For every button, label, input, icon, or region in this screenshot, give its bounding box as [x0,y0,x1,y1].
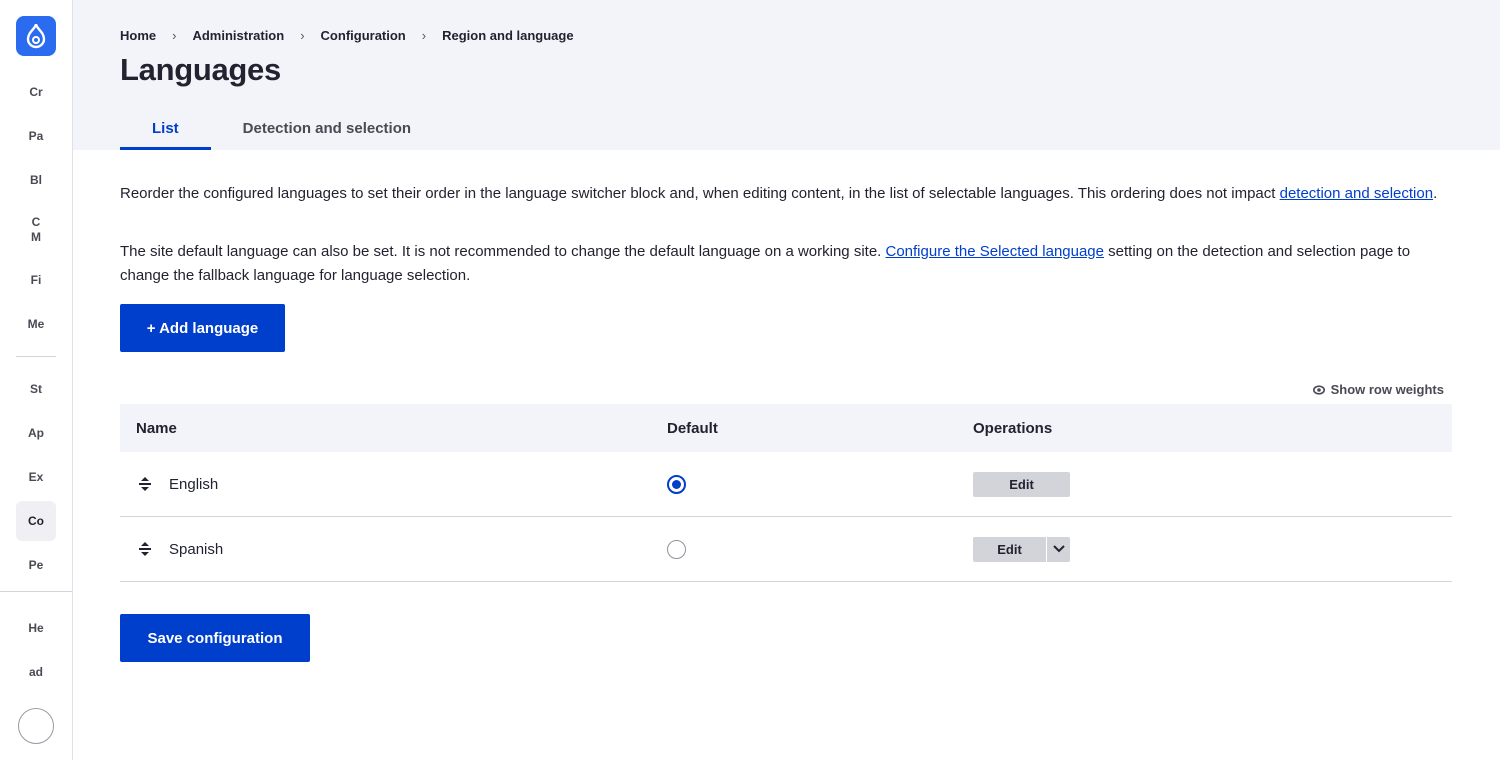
show-row-weights-label: Show row weights [1330,382,1444,397]
sidebar-divider [16,356,56,357]
default-radio-english[interactable] [667,474,686,494]
radio-dot [672,479,681,489]
sidebar-item-admin[interactable]: ad [16,652,56,692]
breadcrumb-separator: › [421,28,427,43]
row-default-cell [667,474,973,494]
sidebar-item-people[interactable]: Pe [16,545,56,585]
breadcrumb-separator: › [300,28,305,43]
table-row: English Edit [120,452,1452,517]
sidebar-item-help[interactable]: He [16,608,56,648]
column-header-operations: Operations [973,419,1053,437]
languages-table: Name Default Operations English Edit Spa… [120,404,1452,582]
row-operations-cell: Edit [973,536,1452,562]
description-default: The site default language can also be se… [120,240,1452,288]
table-header: Name Default Operations [120,404,1452,452]
tabs: List Detection and selection [120,106,443,150]
sidebar-item-files[interactable]: Fi [16,260,56,300]
table-row: Spanish Edit [120,517,1452,582]
sidebar-item-cm[interactable]: C M [16,210,56,250]
column-header-default: Default [667,419,718,437]
drupal-logo-icon[interactable] [16,16,56,56]
sidebar-item-configuration[interactable]: Co [16,501,56,541]
description-order: Reorder the configured languages to set … [120,182,1452,206]
language-name: Spanish [169,540,224,558]
sidebar-item-appearance[interactable]: Ap [16,413,56,453]
sidebar-item-media[interactable]: Me [16,304,56,344]
default-radio-spanish[interactable] [667,539,686,559]
save-configuration-button[interactable]: Save configuration [120,614,310,662]
drag-handle-icon[interactable] [136,475,154,493]
sidebar-item-blocks[interactable]: Bl [16,160,56,200]
sidebar: Cr Pa Bl C M Fi Me St Ap Ex Co Pe He ad [0,0,73,760]
detection-selection-link[interactable]: detection and selection [1280,185,1433,202]
breadcrumb: Home › Administration › Configuration › … [120,28,574,43]
add-language-button[interactable]: + Add language [120,304,285,352]
row-operations-cell: Edit [973,471,1452,497]
breadcrumb-home[interactable]: Home [120,28,156,43]
description-order-end: . [1433,185,1438,202]
breadcrumb-separator: › [172,28,177,43]
row-name-cell: Spanish [120,540,667,558]
breadcrumb-configuration[interactable]: Configuration [321,28,406,43]
page-title: Languages [120,52,281,87]
edit-button[interactable]: Edit [973,537,1046,562]
language-name: English [169,475,219,493]
description-default-text: The site default language can also be se… [120,243,886,260]
sidebar-item-pages[interactable]: Pa [16,116,56,156]
drag-handle-icon[interactable] [136,540,154,558]
sidebar-item-extend[interactable]: Ex [16,457,56,497]
avatar[interactable] [18,708,54,744]
edit-dropbutton: Edit [973,536,1070,562]
configure-selected-language-link[interactable]: Configure the Selected language [886,243,1105,260]
description-order-text: Reorder the configured languages to set … [120,185,1280,202]
breadcrumb-administration[interactable]: Administration [192,28,284,43]
sidebar-divider-bottom [0,591,72,592]
column-header-name: Name [136,419,177,437]
sidebar-item-content[interactable]: Cr [16,72,56,112]
row-name-cell: English [120,475,667,493]
tab-detection-selection[interactable]: Detection and selection [211,106,443,150]
tab-list[interactable]: List [120,106,211,150]
eye-icon [1312,384,1325,395]
app: Cr Pa Bl C M Fi Me St Ap Ex Co Pe He ad … [0,0,1500,760]
sidebar-item-structure[interactable]: St [16,369,56,409]
edit-button[interactable]: Edit [973,471,1070,497]
chevron-down-icon [1052,545,1065,553]
page-header: Home › Administration › Configuration › … [73,0,1500,150]
show-row-weights-button[interactable]: Show row weights [1312,382,1444,397]
dropbutton-toggle[interactable] [1046,536,1070,562]
breadcrumb-region-language[interactable]: Region and language [442,28,573,43]
drop-icon [26,23,46,49]
row-default-cell [667,539,973,559]
